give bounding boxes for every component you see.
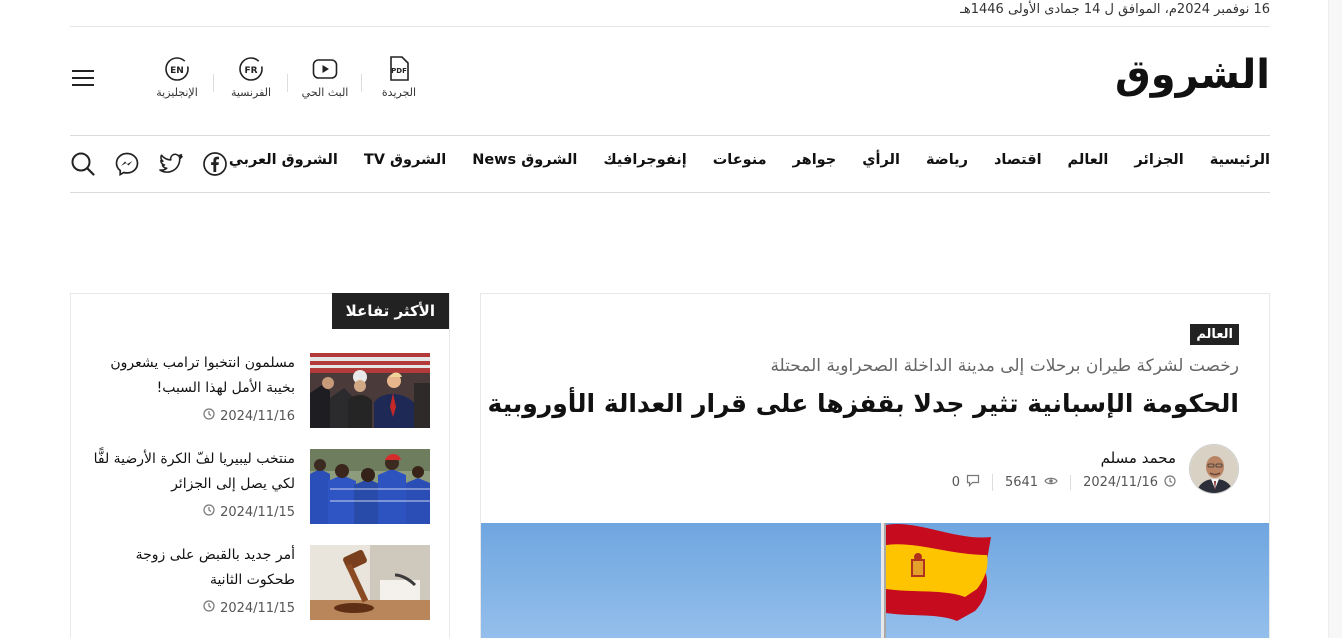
article-thumbnail	[310, 545, 430, 620]
date-text: 2024/11/16	[220, 408, 295, 424]
comment-icon	[966, 474, 980, 491]
nav-item-home[interactable]: الرئيسية	[1210, 152, 1270, 168]
twitter-icon[interactable]	[158, 151, 184, 177]
article-meta: 2024/11/16 5641 0	[940, 474, 1176, 491]
article-thumbnail	[310, 449, 430, 524]
french-edition-link[interactable]: FR الفرنسية	[214, 56, 288, 99]
nav-item-echorouk-arabi[interactable]: الشروق العربي	[229, 152, 338, 168]
pdf-icon: PDF	[386, 56, 412, 82]
most-interactive-sidebar: الأكثر تفاعلا مسلمون انتخبوا ترامب يشعرو…	[70, 293, 450, 638]
svg-text:PDF: PDF	[391, 67, 407, 75]
quick-links: PDF الجريدة البث الحي FR الفرنسية EN الإ…	[140, 56, 436, 99]
date-line: 16 نوفمبر 2024م، الموافق ل 14 جمادى الأو…	[960, 2, 1270, 17]
sidebar-article[interactable]: منتخب ليبيريا لفّ الكرة الأرضية لفًّا لك…	[71, 449, 451, 529]
nav-divider-bottom	[70, 192, 1270, 193]
quick-link-label: الفرنسية	[230, 86, 272, 99]
sidebar-article-title[interactable]: منتخب ليبيريا لفّ الكرة الأرضية لفًّا لك…	[90, 447, 295, 497]
comments-count: 0	[951, 475, 960, 490]
article-hero-image[interactable]	[481, 523, 1269, 638]
nav-divider-top	[70, 135, 1270, 136]
svg-text:FR: FR	[244, 66, 257, 76]
nav-item-sports[interactable]: رياضة	[926, 152, 968, 168]
clock-icon	[203, 600, 215, 616]
messenger-icon[interactable]	[114, 151, 140, 177]
nav-item-echorouk-news[interactable]: الشروق News	[472, 152, 577, 168]
author-avatar[interactable]	[1189, 444, 1239, 494]
en-icon: EN	[164, 56, 190, 82]
quick-link-label: الجريدة	[381, 86, 417, 99]
sidebar-article-date: 2024/11/15	[203, 600, 295, 616]
nav-item-algeria[interactable]: الجزائر	[1134, 152, 1183, 168]
clock-icon	[203, 408, 215, 424]
nav-item-misc[interactable]: منوعات	[713, 152, 767, 168]
featured-article: العالم رخصت لشركة طيران برحلات إلى مدينة…	[480, 293, 1270, 638]
sidebar-article-title[interactable]: أمر جديد بالقبض على زوجة طحكوت الثانية	[90, 543, 295, 593]
date-text: 2024/11/15	[220, 600, 295, 616]
social-links	[70, 151, 228, 177]
clock-icon	[1164, 474, 1176, 491]
sidebar-article-date: 2024/11/15	[203, 504, 295, 520]
article-views: 5641	[993, 475, 1072, 490]
article-headline[interactable]: الحكومة الإسبانية تثير جدلا بقفزها على ق…	[488, 389, 1240, 418]
category-badge[interactable]: العالم	[1190, 324, 1239, 345]
facebook-icon[interactable]	[202, 151, 228, 177]
nav-item-jawaher[interactable]: جواهر	[793, 152, 837, 168]
article-date: 2024/11/16	[1071, 474, 1176, 491]
site-logo[interactable]: الشروق	[1115, 52, 1271, 98]
quick-link-label: الإنجليزية	[156, 86, 198, 99]
sidebar-article[interactable]: مسلمون انتخبوا ترامب يشعرون بخيبة الأمل …	[71, 353, 451, 433]
date-text: 2024/11/16	[1083, 475, 1158, 490]
article-subtitle: رخصت لشركة طيران برحلات إلى مدينة الداخل…	[770, 356, 1239, 376]
svg-text:EN: EN	[170, 66, 184, 76]
live-stream-link[interactable]: البث الحي	[288, 56, 362, 99]
english-edition-link[interactable]: EN الإنجليزية	[140, 56, 214, 99]
top-divider	[70, 26, 1270, 27]
fr-icon: FR	[238, 56, 264, 82]
nav-item-world[interactable]: العالم	[1068, 152, 1109, 168]
views-count: 5641	[1004, 475, 1039, 490]
sidebar-article-title[interactable]: مسلمون انتخبوا ترامب يشعرون بخيبة الأمل …	[90, 351, 295, 401]
sidebar-article[interactable]: أمر جديد بالقبض على زوجة طحكوت الثانية 2…	[71, 545, 451, 625]
nav-item-echorouk-tv[interactable]: الشروق TV	[364, 152, 446, 168]
sidebar-title: الأكثر تفاعلا	[331, 293, 449, 329]
menu-icon[interactable]	[72, 70, 94, 92]
date-text: 2024/11/15	[220, 504, 295, 520]
sidebar-article-date: 2024/11/16	[203, 408, 295, 424]
nav-item-economy[interactable]: اقتصاد	[994, 152, 1042, 168]
nav-item-infographic[interactable]: إنفوجرافيك	[603, 152, 686, 168]
quick-link-label: البث الحي	[301, 86, 349, 99]
article-comments[interactable]: 0	[940, 474, 993, 491]
author-name[interactable]: محمد مسلم	[1101, 449, 1176, 467]
play-icon	[312, 56, 338, 82]
eye-icon	[1044, 475, 1058, 490]
clock-icon	[203, 504, 215, 520]
search-icon[interactable]	[70, 151, 96, 177]
article-thumbnail	[310, 353, 430, 428]
scrollbar[interactable]	[1328, 0, 1342, 638]
nav-item-opinion[interactable]: الرأي	[862, 152, 900, 168]
main-nav: الرئيسية الجزائر العالم اقتصاد رياضة الر…	[229, 152, 1270, 168]
newspaper-pdf-link[interactable]: PDF الجريدة	[362, 56, 436, 99]
